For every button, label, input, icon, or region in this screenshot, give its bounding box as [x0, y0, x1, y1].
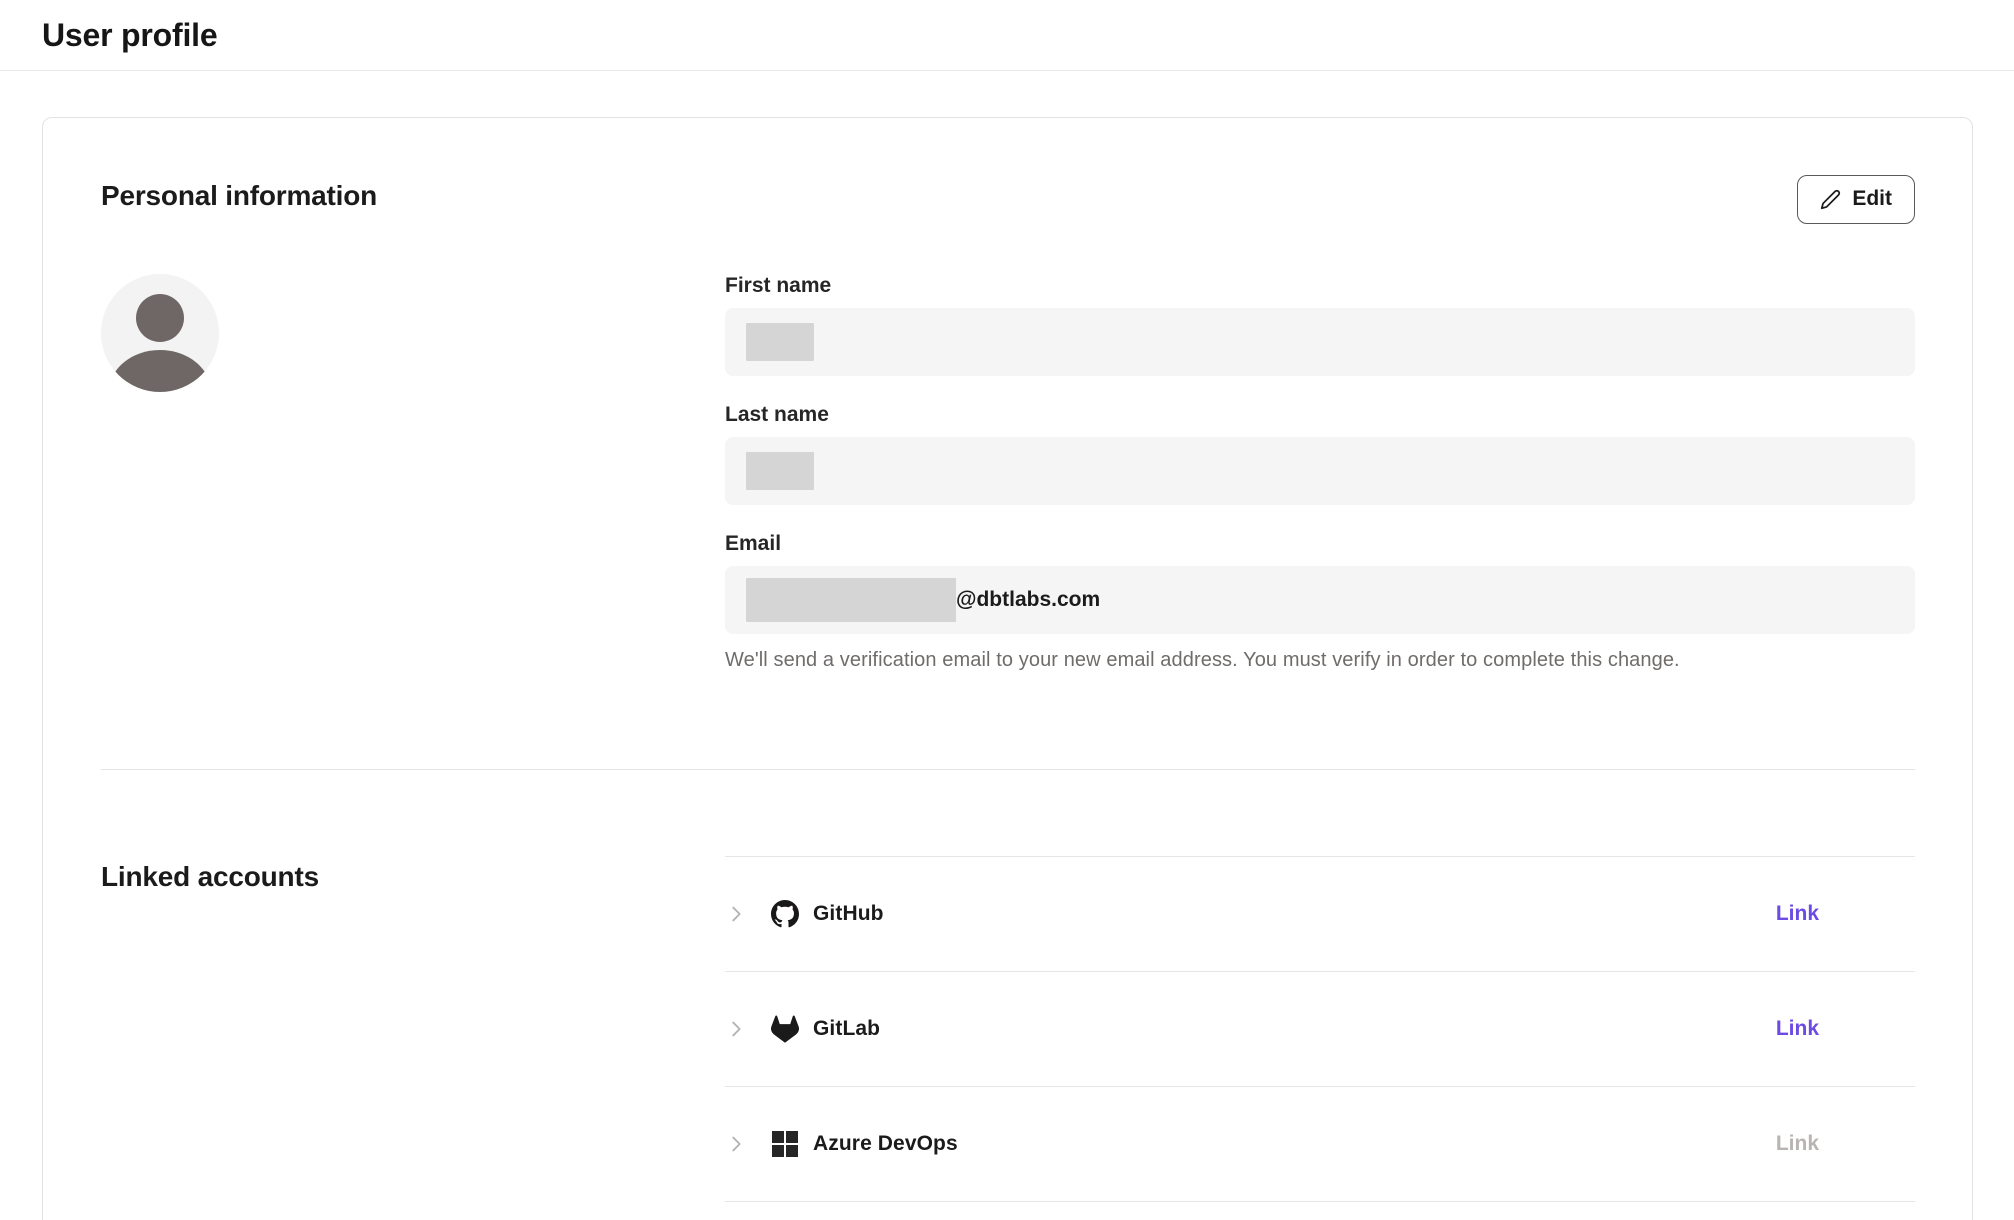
github-logo-icon	[771, 900, 799, 928]
page-header: User profile	[0, 0, 2014, 71]
edit-button[interactable]: Edit	[1797, 175, 1915, 224]
linked-row-azure-devops: Azure DevOps Link	[725, 1087, 1915, 1202]
chevron-right-icon[interactable]	[725, 1018, 747, 1040]
avatar-column	[101, 274, 725, 672]
redacted-last-name-value	[746, 452, 814, 490]
linked-row-github: GitHub Link	[725, 857, 1915, 972]
provider-name: Azure DevOps	[813, 1132, 958, 1156]
last-name-input[interactable]	[725, 437, 1915, 505]
chevron-right-icon[interactable]	[725, 1133, 747, 1155]
first-name-input[interactable]	[725, 308, 1915, 376]
provider-name: GitLab	[813, 1017, 880, 1041]
personal-form: First name Last name Email @dbtlabs.com	[725, 274, 1915, 672]
user-profile-card: Personal information Edit	[42, 117, 1973, 1220]
github-link-action[interactable]: Link	[1776, 902, 1819, 926]
gitlab-link-action[interactable]: Link	[1776, 1017, 1819, 1041]
provider-name: GitHub	[813, 902, 884, 926]
pencil-icon	[1820, 189, 1841, 210]
section-divider	[101, 769, 1915, 770]
avatar	[101, 274, 219, 392]
linked-accounts-list: GitHub Link GitLab Link	[725, 856, 1915, 1202]
email-domain-suffix: @dbtlabs.com	[956, 588, 1100, 612]
page-title: User profile	[42, 17, 1972, 54]
redacted-first-name-value	[746, 323, 814, 361]
edit-button-label: Edit	[1852, 187, 1892, 211]
personal-information-section: Personal information Edit	[101, 180, 1915, 770]
azure-devops-link-action[interactable]: Link	[1776, 1132, 1819, 1156]
linked-row-gitlab: GitLab Link	[725, 972, 1915, 1087]
linked-accounts-heading: Linked accounts	[101, 856, 725, 893]
email-input[interactable]: @dbtlabs.com	[725, 566, 1915, 634]
azure-devops-logo-icon	[771, 1130, 799, 1158]
email-helper-text: We'll send a verification email to your …	[725, 649, 1915, 672]
first-name-label: First name	[725, 274, 1915, 298]
email-label: Email	[725, 532, 1915, 556]
chevron-right-icon[interactable]	[725, 903, 747, 925]
last-name-label: Last name	[725, 403, 1915, 427]
linked-accounts-section: Linked accounts GitHub Link	[101, 856, 1915, 1202]
email-field-group: Email @dbtlabs.com We'll send a verifica…	[725, 532, 1915, 672]
personal-information-heading: Personal information	[101, 180, 377, 212]
last-name-field-group: Last name	[725, 403, 1915, 505]
gitlab-logo-icon	[771, 1015, 799, 1043]
redacted-email-value	[746, 578, 956, 622]
first-name-field-group: First name	[725, 274, 1915, 376]
